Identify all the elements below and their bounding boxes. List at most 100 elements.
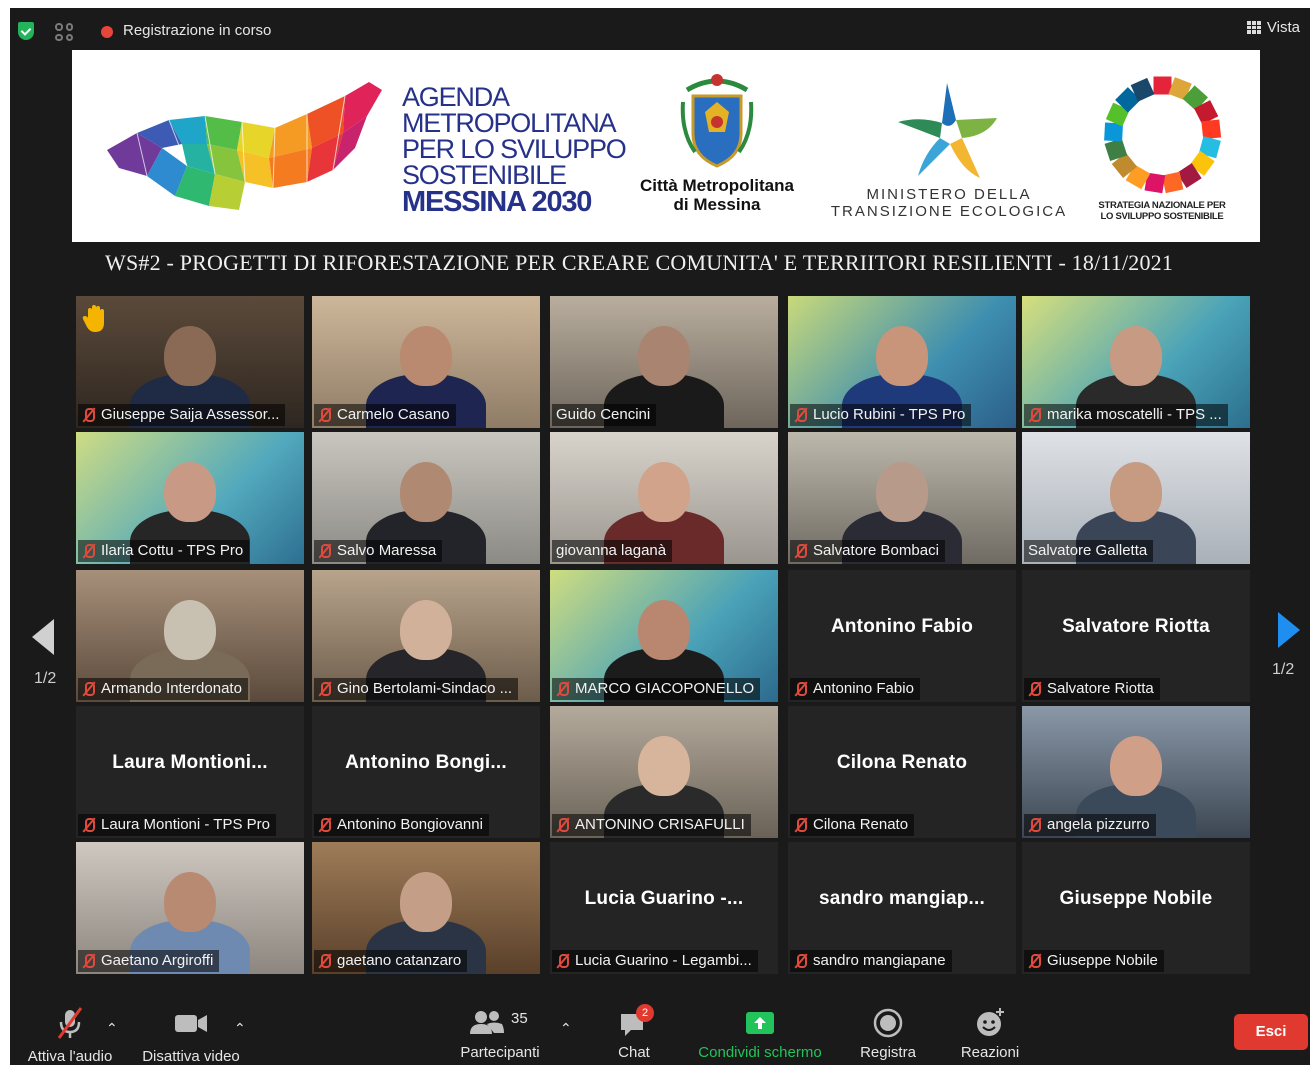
participant-name-tag: Giuseppe Saija Assessor... [78, 404, 286, 426]
participant-tile[interactable]: Salvo Maressa [312, 432, 540, 564]
leave-meeting-button[interactable]: Esci [1234, 1014, 1308, 1050]
participant-name-tag: Antonino Fabio [790, 678, 920, 700]
participant-name-tag: Antonino Bongiovanni [314, 814, 489, 836]
next-page-arrow-icon[interactable] [1278, 612, 1300, 648]
participant-tile[interactable]: Salvatore Riotta Salvatore Riotta [1022, 570, 1250, 702]
audio-label: Attiva l'audio [27, 1048, 113, 1065]
participant-tile[interactable]: Antonino Bongi... Antonino Bongiovanni [312, 706, 540, 838]
participant-tile[interactable]: Gino Bertolami-Sindaco ... [312, 570, 540, 702]
participant-tile[interactable]: Cilona Renato Cilona Renato [788, 706, 1016, 838]
participant-name: Gino Bertolami-Sindaco ... [337, 680, 513, 697]
participant-tile[interactable]: Salvatore Bombaci [788, 432, 1016, 564]
strategia-line2: LO SVILUPPO SOSTENIBILE [1100, 211, 1224, 222]
participant-tile[interactable]: marika moscatelli - TPS ... [1022, 296, 1250, 428]
participant-tile[interactable]: Giuseppe Saija Assessor... [76, 296, 304, 428]
record-icon-wrap [871, 1006, 905, 1040]
smiley-icon [977, 1008, 1004, 1036]
agenda-bold-line: MESSINA 2030 [402, 186, 592, 218]
muted-microphone-icon [82, 681, 95, 697]
video-button[interactable]: Disattiva video [136, 1006, 246, 1065]
participant-name: Gaetano Argiroffi [101, 952, 214, 969]
participant-tile[interactable]: angela pizzurro [1022, 706, 1250, 838]
muted-microphone-icon [1028, 407, 1041, 423]
muted-microphone-icon [556, 681, 569, 697]
previous-page-arrow-icon[interactable] [32, 619, 54, 655]
participant-name-tag: Salvatore Bombaci [790, 540, 945, 562]
muted-microphone-icon [794, 543, 807, 559]
record-icon [873, 1008, 903, 1038]
share-screen-button[interactable]: Condividi schermo [690, 1006, 830, 1061]
citta-metropolitana-text: Città Metropolitana di Messina [622, 176, 812, 214]
participant-tile[interactable]: sandro mangiap... sandro mangiapane [788, 842, 1016, 974]
participant-tile[interactable]: Ilaria Cottu - TPS Pro [76, 432, 304, 564]
muted-microphone-icon [794, 817, 807, 833]
muted-microphone-icon [318, 543, 331, 559]
participant-tile[interactable]: Carmelo Casano [312, 296, 540, 428]
participant-name-tag: Gaetano Argiroffi [78, 950, 220, 972]
page-indicator-right: 1/2 [1272, 661, 1295, 678]
muted-microphone-icon [1028, 953, 1041, 969]
participants-options-chevron-icon[interactable]: ⌃ [560, 1020, 572, 1037]
participant-name-tag: Salvatore Galletta [1024, 540, 1154, 562]
chat-button[interactable]: 2 Chat [604, 1004, 664, 1061]
participant-name-tag: Cilona Renato [790, 814, 915, 836]
participant-name-tag: marika moscatelli - TPS ... [1024, 404, 1228, 426]
participant-tile[interactable]: Antonino Fabio Antonino Fabio [788, 570, 1016, 702]
recording-dot-icon [101, 26, 113, 38]
participant-tile[interactable]: Guido Cencini [550, 296, 778, 428]
participant-name-tag: Armando Interdonato [78, 678, 248, 700]
participant-name-tag: Ilaria Cottu - TPS Pro [78, 540, 250, 562]
participants-button[interactable]: 35 Partecipanti [450, 1006, 550, 1061]
participant-name: sandro mangiapane [813, 952, 946, 969]
meeting-info-icon[interactable] [55, 23, 73, 41]
share-label: Condividi schermo [698, 1044, 822, 1061]
muted-microphone-icon [82, 543, 95, 559]
participant-name-tag: ANTONINO CRISAFULLI [552, 814, 751, 836]
audio-options-chevron-icon[interactable]: ⌃ [106, 1020, 118, 1037]
reactions-button[interactable]: Reazioni [954, 1006, 1026, 1061]
record-button[interactable]: Registra [852, 1006, 924, 1061]
reactions-label: Reazioni [960, 1044, 1020, 1061]
top-bar: Registrazione in corso Vista [10, 8, 1310, 50]
shared-banner: AGENDA METROPOLITANA PER LO SVILUPPO SOS… [72, 50, 1260, 242]
participant-name: ANTONINO CRISAFULLI [575, 816, 745, 833]
strategia-text: STRATEGIA NAZIONALE PER LO SVILUPPO SOST… [1092, 200, 1232, 222]
chat-label: Chat [618, 1044, 650, 1061]
muted-microphone-icon [794, 953, 807, 969]
participant-name-tag: Salvo Maressa [314, 540, 443, 562]
participant-tile[interactable]: Armando Interdonato [76, 570, 304, 702]
participant-tile[interactable]: ANTONINO CRISAFULLI [550, 706, 778, 838]
participant-tile[interactable]: Giuseppe Nobile Giuseppe Nobile [1022, 842, 1250, 974]
participant-tile[interactable]: Salvatore Galletta [1022, 432, 1250, 564]
participants-icon-group: 35 [465, 1006, 535, 1040]
participant-name-tag: Carmelo Casano [314, 404, 456, 426]
participant-tile[interactable]: Gaetano Argiroffi [76, 842, 304, 974]
video-options-chevron-icon[interactable]: ⌃ [234, 1020, 246, 1037]
participant-tile[interactable]: Lucia Guarino -... Lucia Guarino - Legamb… [550, 842, 778, 974]
participant-name: Giuseppe Saija Assessor... [101, 406, 280, 423]
muted-microphone-icon [318, 681, 331, 697]
participant-tile[interactable]: MARCO GIACOPONELLO [550, 570, 778, 702]
participant-name: Ilaria Cottu - TPS Pro [101, 542, 244, 559]
chat-icon-wrap: 2 [614, 1004, 654, 1040]
participant-tile[interactable]: giovanna laganà [550, 432, 778, 564]
participant-name-tag: angela pizzurro [1024, 814, 1156, 836]
security-shield-icon[interactable] [18, 22, 34, 40]
participant-tile[interactable]: Laura Montioni... Laura Montioni - TPS Pr… [76, 706, 304, 838]
view-button[interactable]: Vista [1246, 19, 1300, 36]
muted-microphone-icon [1028, 681, 1041, 697]
participant-name: Lucia Guarino - Legambi... [575, 952, 752, 969]
participant-name: Antonino Bongiovanni [337, 816, 483, 833]
ministero-text: MINISTERO DELLA TRANSIZIONE ECOLOGICA [830, 186, 1068, 220]
share-screen-icon [746, 1012, 774, 1034]
participant-tile[interactable]: Lucio Rubini - TPS Pro [788, 296, 1016, 428]
muted-microphone-icon [794, 681, 807, 697]
audio-button[interactable]: Attiva l'audio [20, 1006, 120, 1065]
muted-microphone-icon [82, 817, 95, 833]
zoom-meeting-window: Registrazione in corso Vista AGENDA METR… [10, 8, 1310, 1065]
participant-name: Salvo Maressa [337, 542, 437, 559]
participant-tile[interactable]: gaetano catanzaro [312, 842, 540, 974]
participant-name: marika moscatelli - TPS ... [1047, 406, 1222, 423]
participant-display-name: Antonino Bongi... [345, 752, 507, 773]
participant-name: Laura Montioni - TPS Pro [101, 816, 270, 833]
